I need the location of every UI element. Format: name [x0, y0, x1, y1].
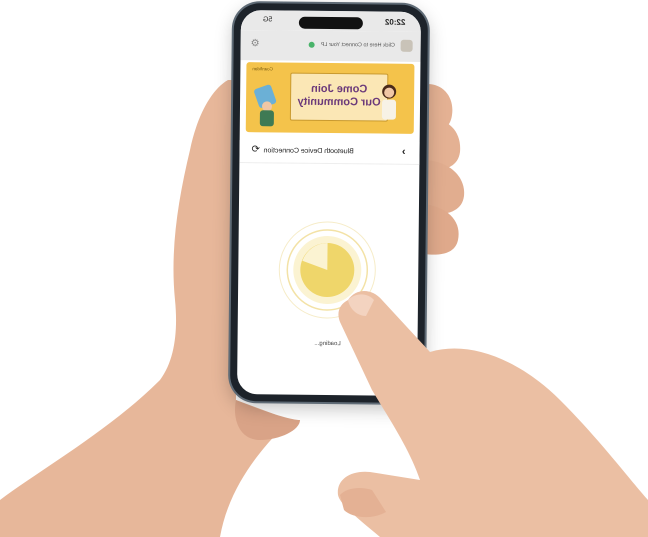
pointing-hand	[337, 291, 648, 537]
scene: 5G 22:02 ⚙ Click Here to Connect Your LP…	[0, 0, 648, 537]
